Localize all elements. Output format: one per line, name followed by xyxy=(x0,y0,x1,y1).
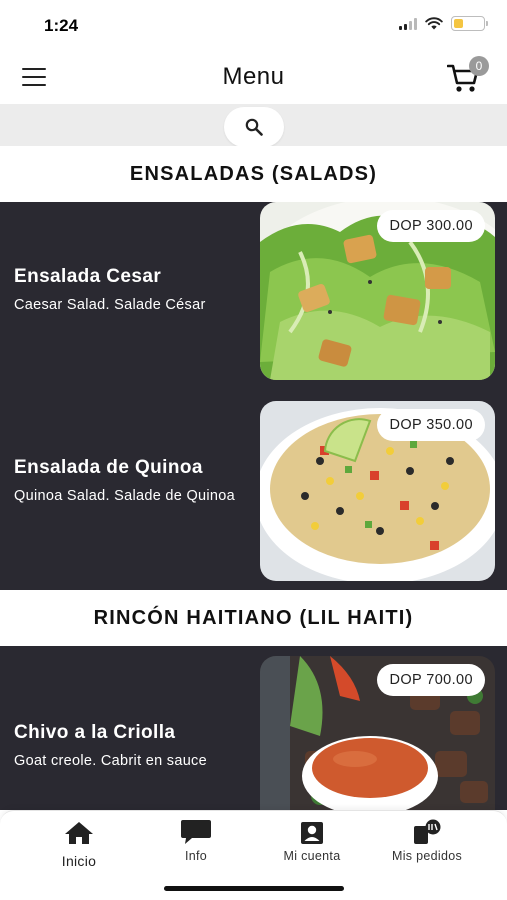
status-bar: 1:24 xyxy=(0,0,507,50)
item-info: Ensalada Cesar Caesar Salad. Salade Césa… xyxy=(14,266,250,314)
tab-inicio[interactable]: Inicio xyxy=(24,819,134,869)
item-description: Quinoa Salad. Salade de Quinoa xyxy=(14,488,236,504)
item-name: Chivo a la Criolla xyxy=(14,722,176,743)
search-bar xyxy=(0,104,507,147)
tab-label: Mi cuenta xyxy=(283,849,341,863)
tab-mis-pedidos[interactable]: Mis pedidos xyxy=(372,819,482,863)
item-info: Chivo a la Criolla Goat creole. Cabrit e… xyxy=(14,722,250,770)
item-photo: DOP 350.00 xyxy=(260,401,495,581)
status-time: 1:24 xyxy=(44,16,79,35)
signal-icon xyxy=(399,17,417,30)
cart-count-badge: 0 xyxy=(469,56,489,76)
app-header: Menu 0 xyxy=(0,50,507,104)
chat-icon xyxy=(181,820,211,844)
home-icon xyxy=(65,822,93,844)
tab-label: Inicio xyxy=(61,853,97,869)
section-header-salads: ENSALADAS (SALADS) xyxy=(0,146,507,202)
item-description: Caesar Salad. Salade César xyxy=(14,297,206,313)
orders-icon xyxy=(414,819,441,844)
tab-mi-cuenta[interactable]: Mi cuenta xyxy=(257,819,367,863)
menu-item-chivo-a-la-criolla[interactable]: Chivo a la Criolla Goat creole. Cabrit e… xyxy=(0,646,507,810)
tab-label: Info xyxy=(184,849,208,863)
price-tag: DOP 350.00 xyxy=(377,409,485,441)
account-icon xyxy=(301,822,323,844)
home-indicator xyxy=(164,886,344,891)
item-description: Goat creole. Cabrit en sauce xyxy=(14,753,207,769)
item-photo: DOP 700.00 xyxy=(260,656,495,810)
battery-icon xyxy=(451,16,488,31)
tab-info[interactable]: Info xyxy=(141,819,251,863)
price-tag: DOP 700.00 xyxy=(377,664,485,696)
item-name: Ensalada de Quinoa xyxy=(14,457,203,478)
item-info: Ensalada de Quinoa Quinoa Salad. Salade … xyxy=(14,457,250,505)
menu-item-ensalada-de-quinoa[interactable]: Ensalada de Quinoa Quinoa Salad. Salade … xyxy=(0,389,507,590)
page-title: Menu xyxy=(222,63,285,90)
item-photo: DOP 300.00 xyxy=(260,202,495,380)
wifi-icon xyxy=(425,17,443,30)
item-name: Ensalada Cesar xyxy=(14,266,162,287)
status-indicators xyxy=(399,16,488,31)
tab-label: Mis pedidos xyxy=(392,849,462,863)
section-header-lil-haiti: RINCÓN HAITIANO (LIL HAITI) xyxy=(0,590,507,646)
search-button[interactable] xyxy=(224,107,284,147)
cart-button[interactable]: 0 xyxy=(447,56,489,96)
price-tag: DOP 300.00 xyxy=(377,210,485,242)
menu-item-ensalada-cesar[interactable]: Ensalada Cesar Caesar Salad. Salade Césa… xyxy=(0,202,507,389)
search-icon xyxy=(245,118,263,136)
